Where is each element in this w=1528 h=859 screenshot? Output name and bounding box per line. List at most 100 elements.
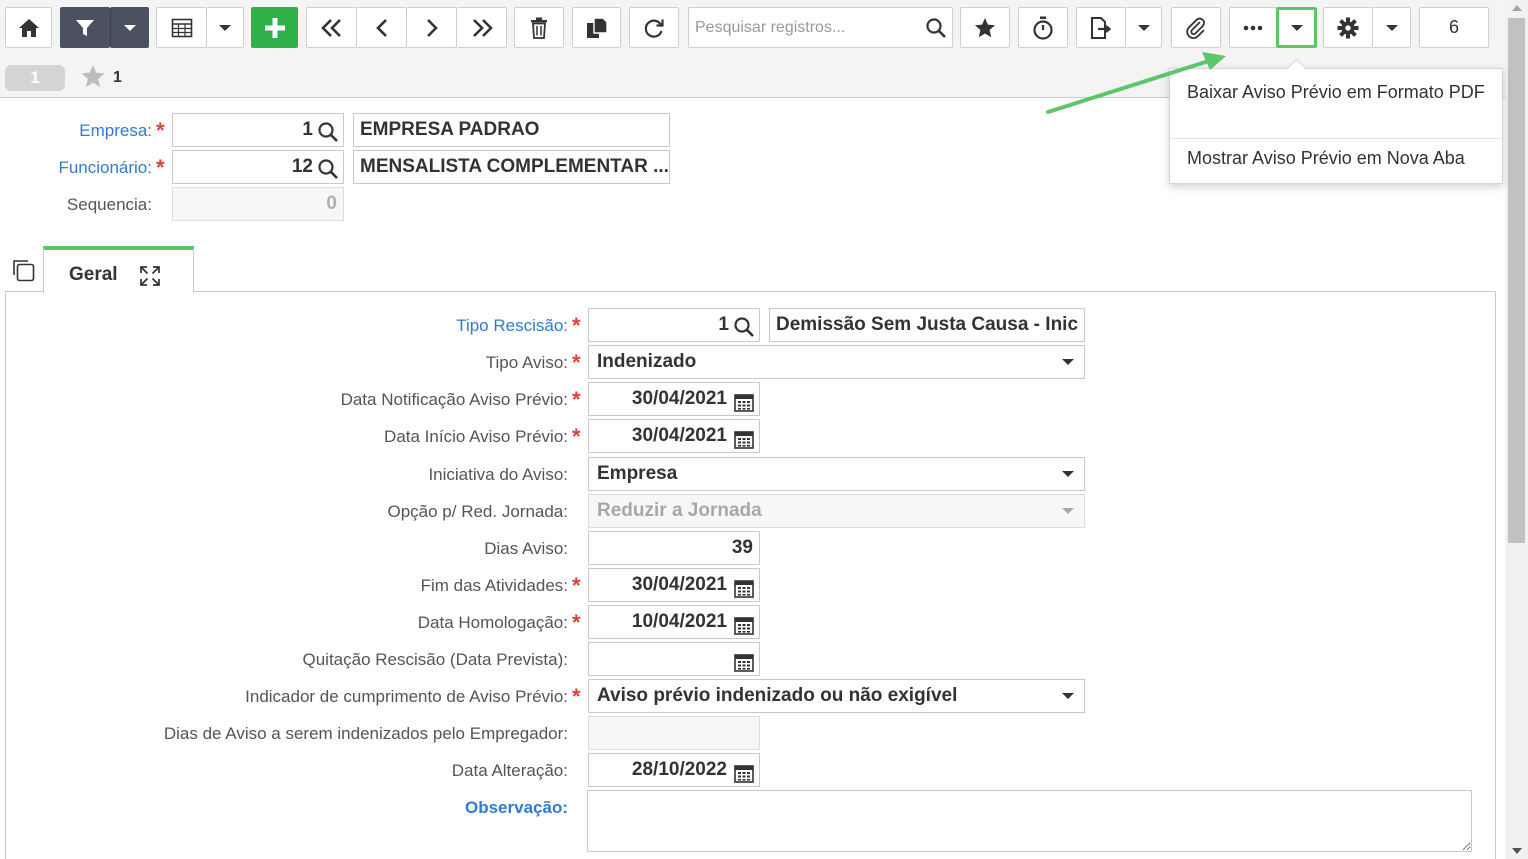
chevron-down-icon [219,24,231,31]
tipo-rescisao-code-field[interactable]: 1 [588,308,760,342]
funcionario-label[interactable]: Funcionário: [58,158,152,178]
search-icon[interactable] [926,18,946,43]
iniciativa-select[interactable]: Empresa [588,457,1085,491]
chevron-down-icon [1137,24,1150,31]
empresa-code-field[interactable]: 1 [172,113,344,147]
record-tab[interactable]: 1 [5,65,65,91]
observacao-textarea[interactable] [587,790,1472,852]
chevron-down-icon [123,24,136,31]
chevron-down-icon [1290,24,1303,31]
copy-icon [586,16,608,39]
opcao-red-jornada-label: Opção p/ Red. Jornada: [387,502,568,521]
export-button[interactable] [1076,7,1126,48]
scroll-down-icon[interactable] [1512,848,1522,854]
menu-item-open-new-tab[interactable]: Mostrar Aviso Prévio em Nova Aba [1170,146,1502,171]
prev-record-button[interactable] [357,7,407,48]
iniciativa-value: Empresa [597,463,678,484]
dias-aviso-label: Dias Aviso: [484,539,568,558]
tipo-rescisao-label[interactable]: Tipo Rescisão: [456,316,568,336]
star-icon [974,17,996,39]
filter-icon [75,18,95,38]
dias-indenizados-label: Dias de Aviso a serem indenizados pelo E… [163,724,568,743]
home-button[interactable] [5,7,52,48]
copy-icon[interactable] [11,258,35,287]
empresa-label[interactable]: Empresa: [79,121,152,141]
last-record-button[interactable] [457,7,507,48]
sequencia-label: Sequencia: [66,195,152,214]
tipo-aviso-label: Tipo Aviso: [485,353,568,372]
delete-button[interactable] [514,7,564,48]
refresh-button[interactable] [629,7,679,48]
first-icon [320,18,344,38]
settings-dropdown-button[interactable] [1373,7,1411,48]
tipo-aviso-select[interactable]: Indenizado [588,345,1085,379]
indicador-label: Indicador de cumprimento de Aviso Prévio… [245,687,568,706]
quitacao-field[interactable] [588,642,760,676]
favorite-button[interactable] [960,7,1010,48]
tipo-aviso-value: Indenizado [597,351,697,372]
calendar-icon[interactable] [734,391,754,415]
more-actions-dropdown-button[interactable] [1276,7,1317,48]
required-marker: * [156,118,165,143]
grid-dropdown-button[interactable] [207,7,244,48]
filter-split-button [60,7,149,48]
next-record-button[interactable] [407,7,457,48]
settings-button[interactable] [1323,7,1373,48]
chevron-down-icon [1385,24,1398,31]
first-record-button[interactable] [306,7,357,48]
vertical-scrollbar[interactable] [1505,0,1528,859]
observacao-label[interactable]: Observação: [465,798,568,818]
expand-icon[interactable] [140,266,160,291]
required-marker: * [572,313,581,338]
export-dropdown-button[interactable] [1126,7,1162,48]
data-alteracao-field[interactable]: 28/10/2022 [588,753,760,787]
prev-icon [375,18,389,38]
tab-geral[interactable]: Geral [43,246,194,293]
required-marker: * [572,610,581,635]
filter-button[interactable] [60,7,110,48]
menu-item-download-pdf[interactable]: Baixar Aviso Prévio em Formato PDF [1170,80,1502,105]
dias-aviso-field[interactable]: 39 [588,531,760,565]
calendar-icon[interactable] [734,651,754,675]
star-icon[interactable] [80,64,106,94]
data-inicio-field[interactable]: 30/04/2021 [588,419,760,453]
data-homologacao-field[interactable]: 10/04/2021 [588,605,760,639]
data-inicio-value: 30/04/2021 [631,425,727,446]
opcao-red-jornada-value: Reduzir a Jornada [597,500,762,521]
indicador-select[interactable]: Aviso prévio indenizado ou não exigível [588,679,1085,713]
timer-button[interactable] [1018,7,1068,48]
filter-dropdown-button[interactable] [110,7,149,48]
chevron-down-icon [1062,508,1074,514]
search-icon[interactable] [318,121,338,146]
chevron-down-icon [1062,693,1074,699]
funcionario-code-field[interactable]: 12 [172,150,344,184]
calendar-icon[interactable] [734,614,754,638]
search-icon[interactable] [734,316,754,341]
add-button[interactable] [251,7,298,48]
duplicate-button[interactable] [572,7,621,48]
quitacao-label: Quitação Rescisão (Data Prevista): [302,650,569,669]
search-box [688,7,953,48]
attachment-button[interactable] [1171,7,1221,48]
data-alteracao-label: Data Alteração: [451,761,568,780]
grid-icon [171,18,193,38]
scroll-up-icon[interactable] [1512,5,1522,11]
refresh-icon [643,17,665,39]
required-marker: * [572,350,581,375]
fim-atividades-field[interactable]: 30/04/2021 [588,568,760,602]
search-input[interactable] [695,16,920,40]
calendar-icon[interactable] [734,428,754,452]
data-homologacao-label: Data Homologação: [417,613,568,632]
data-notificacao-field[interactable]: 30/04/2021 [588,382,760,416]
gear-icon [1337,17,1359,39]
calendar-icon[interactable] [734,577,754,601]
empresa-name-field: EMPRESA PADRAO [353,113,670,147]
search-icon[interactable] [318,158,338,183]
tipo-rescisao-code: 1 [718,314,729,335]
next-icon [425,18,439,38]
scrollbar-thumb[interactable] [1508,18,1525,543]
calendar-icon[interactable] [734,762,754,786]
grid-view-button[interactable] [156,7,207,48]
more-actions-button[interactable] [1229,7,1277,48]
toolbar: 6 [0,0,1505,60]
